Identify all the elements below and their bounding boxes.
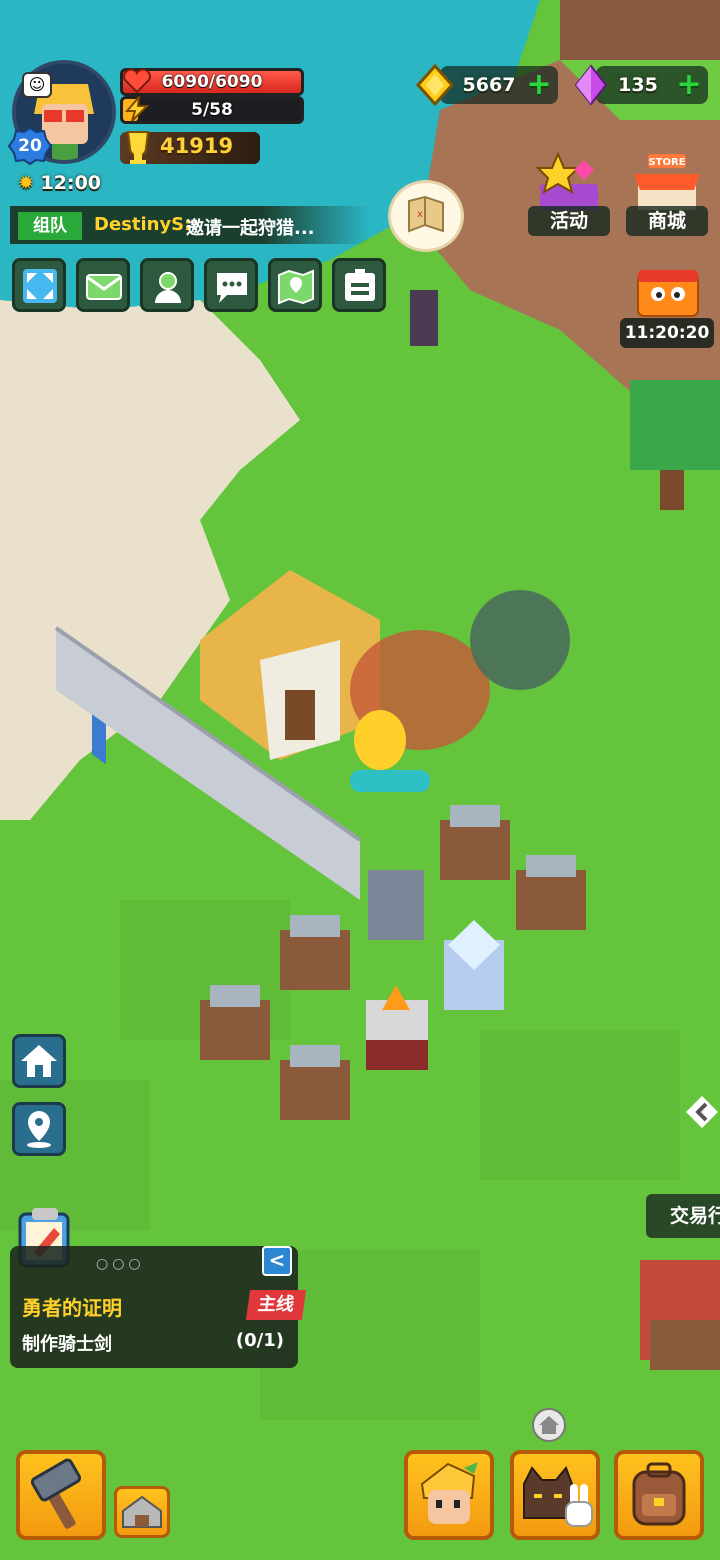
- id-card-button[interactable]: [332, 258, 386, 312]
- events-button[interactable]: 活动: [528, 150, 610, 236]
- gift-button[interactable]: [632, 256, 704, 320]
- chat-message: 邀请一起狩猎...: [186, 218, 315, 239]
- pets-icon: [523, 1466, 593, 1527]
- build-workshop-icon: [122, 1495, 162, 1528]
- expand-right-button[interactable]: [684, 1092, 720, 1132]
- fullscreen-button[interactable]: [12, 258, 66, 312]
- chat-ticker[interactable]: 组队 DestinyS: 邀请一起狩猎...: [10, 206, 370, 244]
- mail-button[interactable]: [76, 258, 130, 312]
- quest-page-dots: ○○○: [96, 1256, 145, 1272]
- events-label: 活动: [528, 206, 610, 236]
- mail-icon: [86, 274, 122, 300]
- map-icon: [278, 269, 314, 305]
- level-text: 20: [18, 136, 42, 156]
- store-button[interactable]: STORE 商城: [626, 150, 708, 236]
- chat-channel-tag: 组队: [18, 212, 82, 240]
- workshop-button[interactable]: [114, 1486, 170, 1538]
- quest-type-tag: 主线: [245, 1290, 307, 1320]
- treasure-map-icon: x: [408, 195, 444, 233]
- chat-icon: [217, 273, 247, 303]
- home-icon: [21, 1045, 57, 1077]
- backpack-button[interactable]: [614, 1450, 704, 1540]
- pets-button[interactable]: [510, 1450, 600, 1540]
- store-label: 商城: [626, 206, 708, 236]
- game-clock: ✹ 12:00: [18, 172, 101, 194]
- build-hammer-icon: [30, 1458, 82, 1529]
- trophy-icon: [126, 131, 150, 164]
- build-button[interactable]: [16, 1450, 106, 1540]
- character-icon: [420, 1462, 478, 1524]
- sun-icon: ✹: [18, 172, 34, 194]
- trophy-count: 41919: [160, 134, 234, 158]
- gift-timer: 11:20:20: [620, 318, 714, 348]
- chat-sender: DestinyS:: [94, 214, 192, 235]
- friends-icon: [155, 272, 181, 303]
- quest-task: 制作骑士剑: [22, 1334, 112, 1355]
- quest-tracker[interactable]: ○○○ < 勇者的证明 主线 制作骑士剑 (0/1): [10, 1246, 307, 1368]
- add-gem-button[interactable]: +: [676, 70, 702, 100]
- location-icon: [27, 1111, 51, 1148]
- claim-home-button[interactable]: [532, 1408, 566, 1442]
- add-gold-button[interactable]: +: [526, 70, 552, 100]
- quest-progress: (0/1): [235, 1330, 284, 1351]
- quest-title: 勇者的证明: [22, 1296, 122, 1320]
- id-card-icon: [345, 269, 375, 301]
- heart-icon: [123, 68, 151, 94]
- store-sign-text: STORE: [648, 157, 685, 168]
- fullscreen-icon: [23, 269, 57, 303]
- emote-badge[interactable]: ☺: [22, 72, 52, 98]
- backpack-icon: [632, 1462, 686, 1526]
- gem-value: 135: [618, 74, 658, 96]
- gift-box-icon: [637, 270, 699, 317]
- clock-text: 12:00: [40, 172, 102, 194]
- lightning-icon: [124, 96, 150, 122]
- chevron-left-icon: [686, 1096, 718, 1128]
- gold-coin-icon: [415, 64, 455, 106]
- small-home-icon: [539, 1416, 559, 1434]
- locate-button[interactable]: [12, 1102, 66, 1156]
- friends-button[interactable]: [140, 258, 194, 312]
- chat-button[interactable]: [204, 258, 258, 312]
- svg-text:x: x: [417, 209, 423, 220]
- gold-currency: 5667 +: [440, 66, 558, 104]
- home-button[interactable]: [12, 1034, 66, 1088]
- level-badge: 20: [8, 126, 52, 166]
- gem-currency: 135 +: [596, 66, 708, 104]
- character-button[interactable]: [404, 1450, 494, 1540]
- gold-value: 5667: [462, 74, 516, 96]
- quest-collapse-button[interactable]: <: [262, 1246, 292, 1276]
- map-button[interactable]: [268, 258, 322, 312]
- purple-gem-icon: [574, 64, 608, 106]
- npc-quest-bubble[interactable]: x: [388, 180, 464, 252]
- trade-house-label[interactable]: 交易行: [646, 1194, 720, 1238]
